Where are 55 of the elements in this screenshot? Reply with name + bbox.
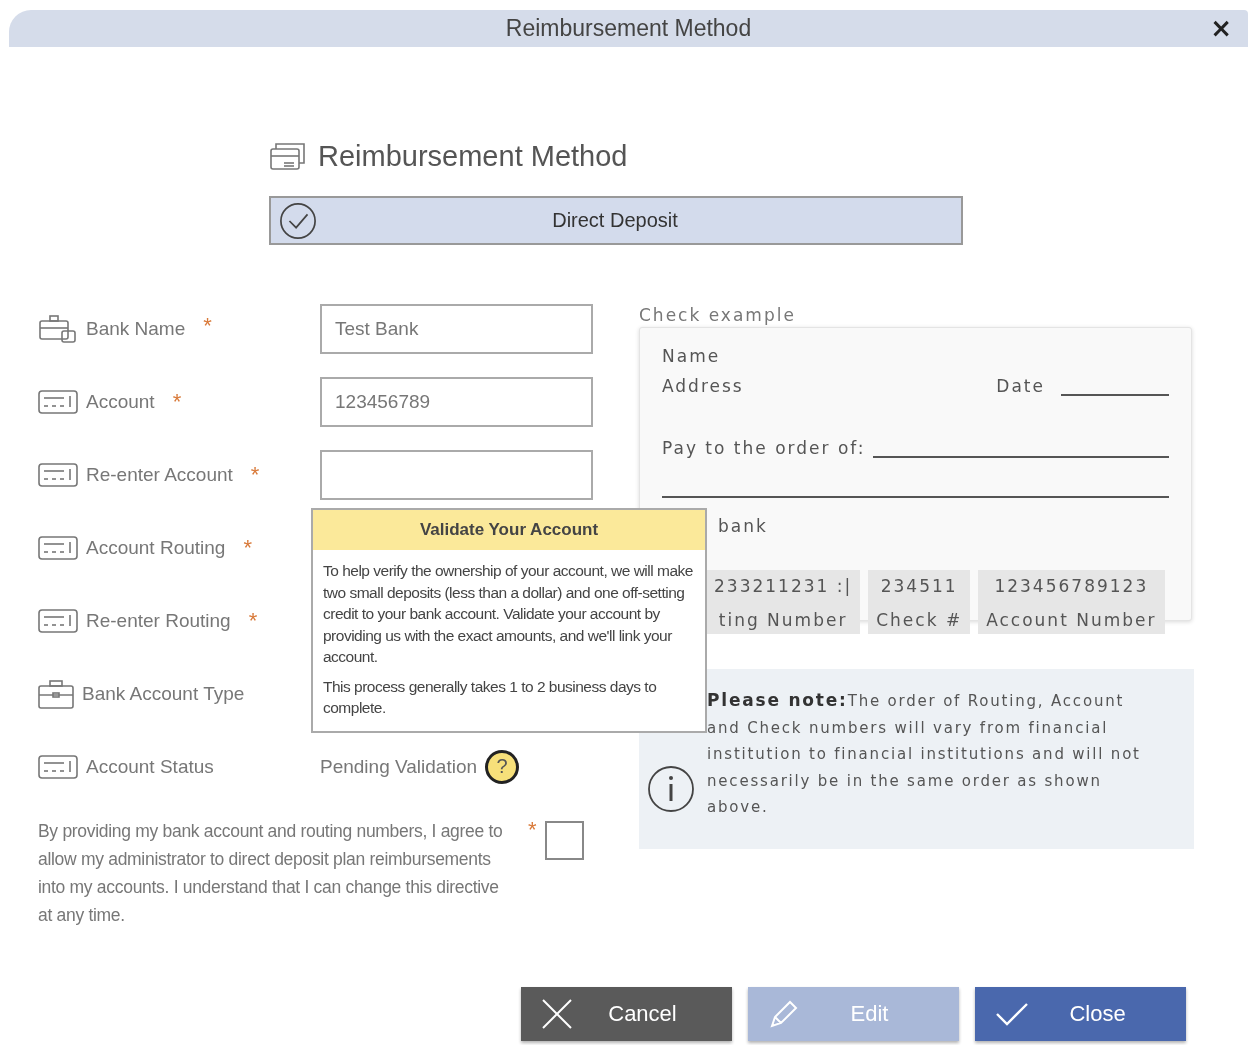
card-icon: [38, 389, 78, 414]
check-number: 123456789123: [994, 576, 1149, 596]
popup-text: This process generally takes 1 to 2 business days to complete.: [323, 676, 658, 718]
window-title: Reimbursement Method: [505, 15, 752, 42]
field-label: Account Status: [86, 755, 214, 778]
section-heading: Reimbursement Method: [318, 140, 628, 173]
cancel-button[interactable]: Cancel: [521, 987, 732, 1041]
check-number-caption: Account Number: [986, 610, 1157, 630]
bank-icon: [38, 312, 78, 345]
close-button[interactable]: ×: [1206, 13, 1236, 43]
pencil-icon: [768, 998, 800, 1030]
check-circle-icon: [279, 201, 317, 240]
required-asterisk: *: [172, 388, 182, 415]
check-number-caption: Check #: [876, 610, 963, 630]
popup-text: To help verify the ownership of your account, we will make two small deposits (less than a dollar) and one off-setting credit to your bank account. Validate your account by providing us with the exact amounts, and we'll link your account.: [323, 561, 694, 667]
field-label: Re-enter Account: [86, 463, 233, 486]
check-number: 233211231 :|: [714, 576, 853, 596]
card-icon: [38, 535, 78, 560]
check-text: bank: [718, 516, 769, 536]
required-asterisk: *: [248, 607, 258, 634]
required-asterisk: *: [250, 461, 260, 488]
check-text: Address: [662, 376, 744, 396]
payment-card-icon: [270, 140, 306, 173]
note-text: Please note:The order of Routing, Account and Check numbers will vary from financial institution to financial institutions and will not necessarily be in the same order as shown above.: [707, 689, 1142, 819]
check-number: 234511: [880, 576, 958, 596]
field-label: Re-enter Routing: [86, 609, 231, 632]
field-label: Bank Name: [86, 317, 186, 340]
briefcase-icon: [38, 678, 74, 709]
text-field[interactable]: [320, 449, 593, 500]
check-text: Pay to the order of:: [662, 438, 866, 458]
required-asterisk: *: [528, 817, 537, 844]
direct-deposit-option[interactable]: Direct Deposit: [269, 196, 963, 245]
card-icon: [38, 608, 78, 633]
text-field[interactable]: 123456789: [320, 376, 593, 427]
consent-text: By providing my bank account and routing numbers, I agree to allow my administrator to direct deposit plan reimbursements into my accounts. I understand that I can change this directive at any time.: [38, 820, 504, 927]
close-icon: [541, 998, 573, 1030]
checkmark-icon: [995, 1001, 1029, 1027]
required-asterisk: *: [243, 534, 252, 561]
popup-title: Validate Your Account: [313, 510, 705, 550]
field-label: Account: [86, 390, 155, 413]
help-button[interactable]: ?: [485, 749, 520, 784]
check-example-label: Check example: [639, 305, 797, 325]
card-icon: [38, 754, 78, 779]
field-label: Account Routing: [86, 536, 226, 559]
close-button[interactable]: Close: [975, 987, 1186, 1041]
check-text: Name: [662, 346, 721, 366]
field-label: Bank Account Type: [82, 682, 245, 705]
status-text: Pending Validation: [320, 755, 478, 778]
check-number-caption: ting Number: [718, 610, 848, 630]
consent-checkbox[interactable]: [544, 821, 584, 860]
card-icon: [38, 462, 78, 487]
text-field[interactable]: Test Bank: [320, 303, 593, 354]
check-text: Date: [996, 376, 1045, 396]
required-asterisk: *: [203, 312, 212, 339]
info-icon: [647, 765, 695, 813]
